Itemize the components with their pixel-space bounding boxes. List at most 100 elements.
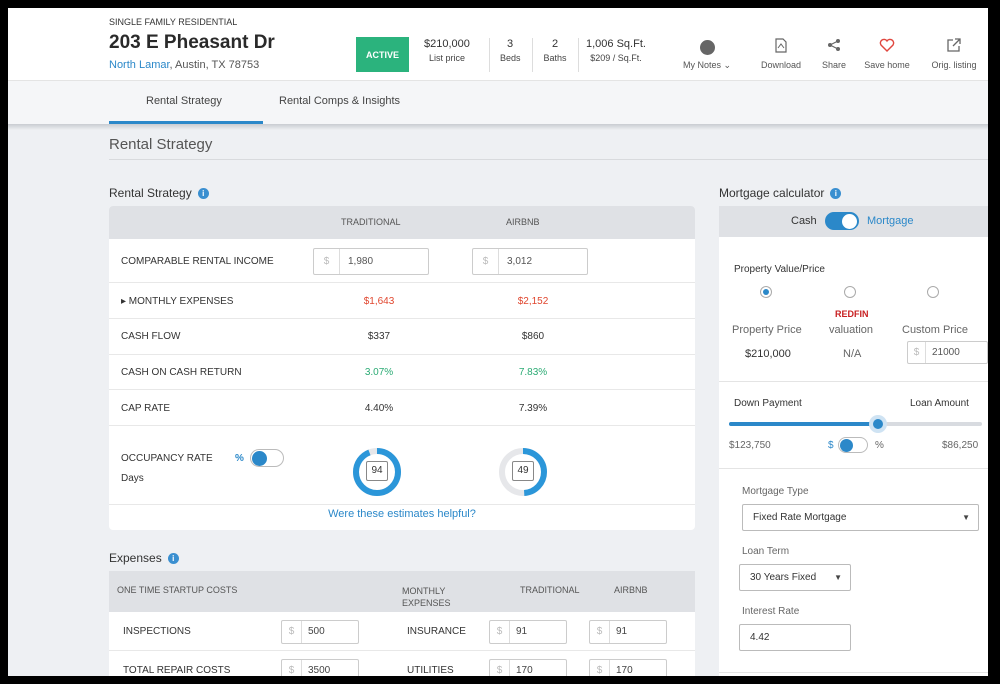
down-payment-label: Down Payment (734, 398, 802, 409)
toggle-knob (840, 439, 853, 452)
monthly-label: UTILITIES (407, 665, 454, 676)
airbnb-income-input[interactable]: $ 3,012 (472, 248, 588, 275)
currency-prefix: $ (282, 660, 302, 676)
currency-prefix: $ (590, 621, 610, 643)
share-icon (818, 38, 850, 56)
insurance-airbnb-input[interactable]: $91 (589, 620, 667, 644)
list-price-label: List price (428, 53, 465, 63)
rental-strategy-card: TRADITIONAL AIRBNB COMPARABLE RENTAL INC… (109, 206, 695, 530)
estimates-helpful-link[interactable]: Were these estimates helpful? (109, 508, 695, 520)
slider-handle[interactable] (869, 415, 888, 433)
baths-value: 2 (551, 38, 559, 50)
app-frame: SINGLE FAMILY RESIDENTIAL 203 E Pheasant… (8, 8, 988, 676)
divider (719, 468, 988, 469)
percent-unit: % (875, 440, 884, 451)
loan-term-label: Loan Term (742, 546, 790, 557)
heart-icon (862, 38, 912, 56)
external-link-icon (926, 38, 982, 56)
baths-stat: 2 Baths (540, 37, 570, 65)
info-icon[interactable]: i (830, 188, 842, 200)
share-label: Share (821, 60, 847, 70)
repair-costs-input[interactable]: $3500 (281, 659, 359, 676)
cash-mortgage-toggle[interactable] (825, 212, 859, 230)
baths-label: Baths (543, 53, 567, 63)
mortgage-type-select[interactable]: Fixed Rate Mortgage ▼ (742, 504, 979, 531)
insurance-traditional-input[interactable]: $91 (489, 620, 567, 644)
row-rental-income: COMPARABLE RENTAL INCOME $ 1,980 $ 3,012 (109, 239, 695, 283)
row-cash-on-cash: CASH ON CASH RETURN 3.07% 7.83% (109, 355, 695, 390)
mortgage-label: Mortgage (867, 215, 914, 227)
original-listing-button[interactable]: Orig. listing (926, 38, 982, 70)
dollar-unit: $ (828, 440, 834, 451)
airbnb-cash-flow: $860 (521, 331, 545, 342)
traditional-coc: 3.07% (364, 367, 394, 378)
chevron-down-icon: ▼ (834, 573, 842, 582)
interest-rate-input[interactable]: 4.42 (739, 624, 851, 651)
tab-shadow (8, 124, 988, 130)
custom-price-radio[interactable] (927, 286, 939, 298)
traditional-occupancy-input[interactable]: 94 (366, 461, 388, 481)
currency-prefix: $ (314, 249, 340, 274)
dollar-percent-toggle[interactable] (838, 437, 868, 453)
input-value: 21000 (932, 347, 960, 358)
valuation-option: valuation (829, 324, 874, 336)
occupancy-unit-toggle[interactable] (250, 449, 284, 467)
selected-value: 30 Years Fixed (750, 572, 817, 583)
airbnb-occupancy-input[interactable]: 49 (512, 461, 534, 481)
input-value: 500 (308, 626, 325, 637)
list-price-stat: $210,000 List price (424, 37, 470, 65)
my-notes-label: My Notes ⌄ (682, 60, 732, 70)
chevron-down-icon: ▼ (962, 513, 970, 522)
neighborhood-link[interactable]: North Lamar (109, 59, 170, 71)
down-payment-value: $123,750 (729, 440, 771, 451)
row-label: CASH ON CASH RETURN (121, 367, 242, 378)
row-label: COMPARABLE RENTAL INCOME (121, 256, 274, 267)
property-price-value: $210,000 (745, 348, 791, 360)
sqft-value: 1,006 Sq.Ft. (586, 38, 646, 50)
redfin-valuation-radio[interactable] (844, 286, 856, 298)
rental-strategy-header: TRADITIONAL AIRBNB (109, 206, 695, 239)
mortgage-calculator-title: Mortgage calculator i (719, 186, 842, 200)
save-home-button[interactable]: Save home (862, 38, 912, 70)
property-price-radio[interactable] (760, 286, 772, 298)
tab-rental-comps[interactable]: Rental Comps & Insights (279, 95, 400, 107)
custom-price-input[interactable]: $ 21000 (907, 341, 988, 364)
row-label[interactable]: ▸ MONTHLY EXPENSES (121, 296, 233, 307)
utilities-airbnb-input[interactable]: $170 (589, 659, 667, 676)
traditional-expenses: $1,643 (363, 296, 395, 307)
tab-bar: Rental Strategy Rental Comps & Insights (8, 80, 988, 124)
tab-rental-strategy[interactable]: Rental Strategy (146, 95, 222, 107)
info-icon[interactable]: i (197, 188, 209, 200)
list-price: $210,000 (424, 38, 470, 50)
notes-icon (680, 38, 734, 56)
sqft-stat: 1,006 Sq.Ft. $209 / Sq.Ft. (586, 37, 646, 65)
startup-label: INSPECTIONS (123, 626, 191, 637)
row-monthly-expenses[interactable]: ▸ MONTHLY EXPENSES $1,643 $2,152 (109, 283, 695, 319)
utilities-traditional-input[interactable]: $170 (489, 659, 567, 676)
interest-rate-label: Interest Rate (742, 606, 800, 617)
beds-label: Beds (500, 53, 521, 63)
expenses-header: ONE TIME STARTUP COSTS MONTHLY EXPENSES … (109, 571, 695, 612)
download-button[interactable]: Download (756, 38, 806, 70)
currency-prefix: $ (282, 621, 302, 643)
share-button[interactable]: Share (818, 38, 850, 70)
input-value: 1,980 (348, 256, 374, 267)
divider (489, 38, 490, 72)
days-unit: Days (121, 473, 144, 484)
traditional-cap-rate: 4.40% (364, 403, 394, 414)
my-notes-button[interactable]: My Notes ⌄ (680, 38, 734, 71)
inspections-input[interactable]: $500 (281, 620, 359, 644)
save-home-label: Save home (864, 60, 910, 70)
property-header: SINGLE FAMILY RESIDENTIAL 203 E Pheasant… (8, 8, 988, 80)
input-value: 3,012 (507, 256, 533, 267)
traditional-income-input[interactable]: $ 1,980 (313, 248, 429, 275)
input-value: 4.42 (750, 632, 770, 643)
down-payment-slider[interactable] (729, 415, 982, 433)
input-value: 170 (516, 665, 533, 676)
loan-term-select[interactable]: 30 Years Fixed ▼ (739, 564, 851, 591)
expense-row: TOTAL REPAIR COSTS $3500 UTILITIES $170 … (109, 651, 695, 676)
download-icon (756, 38, 806, 56)
property-value-label: Property Value/Price (734, 264, 825, 275)
info-icon[interactable]: i (167, 553, 179, 565)
cash-label: Cash (791, 215, 817, 227)
